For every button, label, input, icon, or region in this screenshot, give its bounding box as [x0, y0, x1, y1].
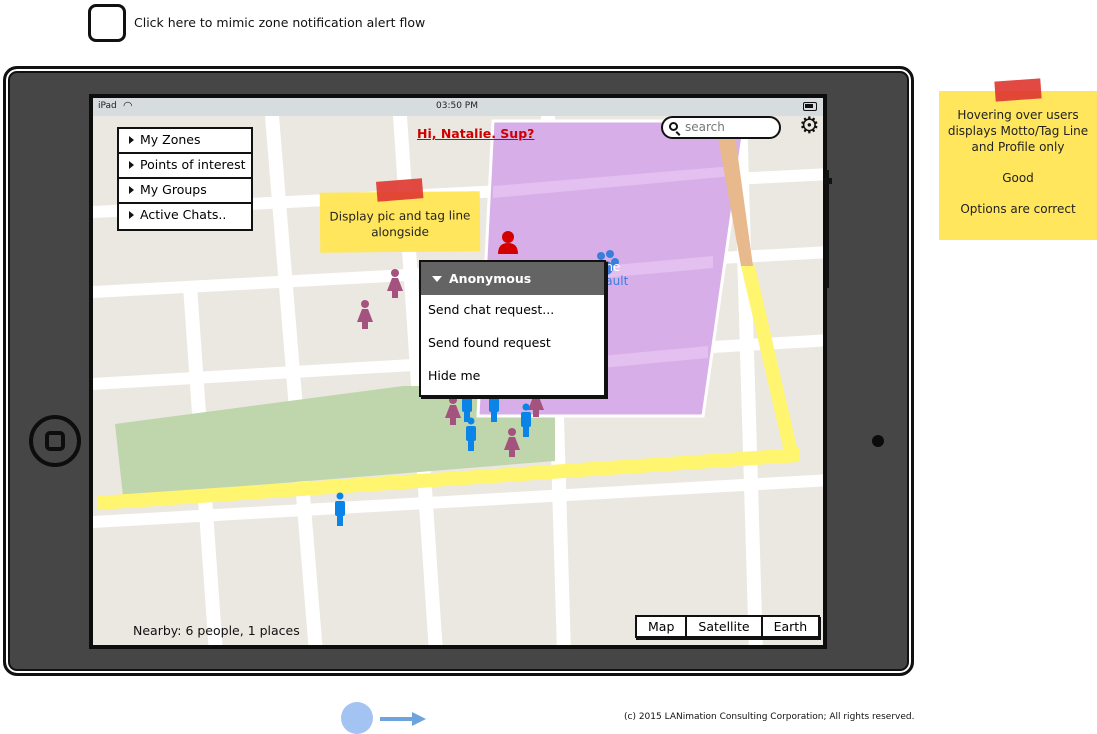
male-user-icon[interactable]: [335, 492, 345, 527]
volume-slider-track[interactable]: [826, 170, 829, 288]
sticky-note-line3: Options are correct: [960, 202, 1076, 216]
side-menu: My Zones Points of interest My Groups Ac…: [117, 127, 253, 231]
status-bar: iPad ◠ 03:50 PM: [93, 98, 823, 116]
sticky-note-line2: Good: [1002, 171, 1034, 185]
menu-item-points-of-interest[interactable]: Points of interest: [119, 154, 251, 179]
triangle-right-icon: [129, 186, 134, 194]
search-icon: [669, 122, 678, 131]
battery-icon: [803, 102, 817, 111]
context-menu-header[interactable]: Anonymous: [421, 262, 604, 295]
home-square-icon: [45, 431, 65, 451]
female-user-icon[interactable]: [357, 300, 373, 329]
wifi-icon: ◠: [123, 99, 133, 112]
camera-icon: [872, 435, 884, 447]
home-button[interactable]: [29, 415, 81, 467]
send-found-request-option[interactable]: Send found request: [421, 328, 604, 361]
arrow-right-icon[interactable]: [380, 712, 426, 726]
zone-alert-checkbox[interactable]: [88, 4, 126, 42]
zone-alert-label: Click here to mimic zone notification al…: [134, 15, 426, 30]
search-placeholder: search: [685, 120, 725, 134]
nearby-summary: Nearby: 6 people, 1 places: [133, 623, 300, 638]
sticky-note-inner: Display pic and tag line alongside: [319, 178, 481, 253]
copyright-text: (c) 2015 LANimation Consulting Corporati…: [624, 712, 915, 722]
sticky-note-text: Display pic and tag line alongside: [329, 208, 471, 240]
sticky-note-line1: Hovering over users displays Motto/Tag L…: [947, 108, 1089, 154]
tape-icon: [994, 78, 1042, 102]
search-input[interactable]: search: [661, 116, 781, 139]
menu-item-my-zones[interactable]: My Zones: [119, 129, 251, 154]
menu-item-my-groups[interactable]: My Groups: [119, 179, 251, 204]
map-type-map[interactable]: Map: [637, 617, 688, 636]
status-time: 03:50 PM: [436, 101, 478, 111]
triangle-right-icon: [129, 161, 134, 169]
device-screen: iPad ◠ 03:50 PM My Zones Points of inter…: [89, 94, 827, 649]
user-context-menu: Anonymous Send chat request... Send foun…: [419, 260, 606, 397]
device-name: iPad: [98, 101, 117, 111]
navigation-dot[interactable]: [341, 702, 373, 734]
triangle-right-icon: [129, 136, 134, 144]
send-chat-request-option[interactable]: Send chat request...: [421, 295, 604, 328]
map-type-selector: Map Satellite Earth: [635, 615, 821, 638]
gear-icon[interactable]: ⚙: [799, 114, 820, 138]
map-type-satellite[interactable]: Satellite: [687, 617, 763, 636]
hide-me-option[interactable]: Hide me: [421, 361, 604, 394]
greeting-link[interactable]: Hi, Natalie. Sup?: [417, 126, 534, 141]
triangle-right-icon: [129, 211, 134, 219]
caret-down-icon: [432, 276, 442, 282]
tape-icon: [376, 178, 424, 202]
menu-item-active-chats[interactable]: Active Chats..: [119, 204, 251, 229]
map-type-earth[interactable]: Earth: [763, 617, 819, 636]
volume-slider-handle[interactable]: [824, 178, 832, 184]
sticky-note-right: Hovering over users displays Motto/Tag L…: [939, 78, 1097, 240]
